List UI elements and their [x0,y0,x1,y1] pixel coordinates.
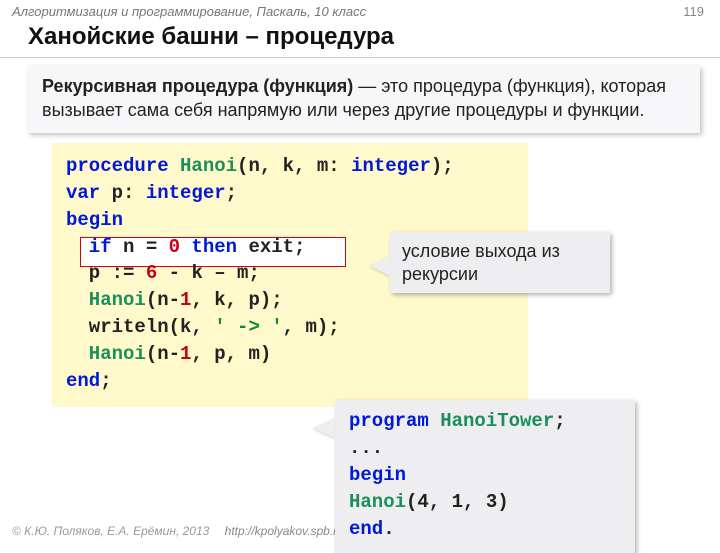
course-label: Алгоритмизация и программирование, Паска… [12,4,366,19]
footer-url: http://kpolyakov.spb.ru [225,524,344,538]
definition-term: Рекурсивная процедура (функция) [42,76,353,96]
slide-footer: © К.Ю. Поляков, Е.А. Ерёмин, 2013 http:/… [12,524,344,538]
definition-box: Рекурсивная процедура (функция) — это пр… [28,66,700,133]
page-number: 119 [683,4,704,19]
copyright: © К.Ю. Поляков, Е.А. Ерёмин, 2013 [12,524,209,538]
slide-title: Ханойские башни – процедура [0,21,720,58]
slide-header: Алгоритмизация и программирование, Паска… [0,0,720,21]
callout-program: program HanoiTower; ... begin Hanoi(4, 1… [335,400,635,553]
callout-exit-condition: условие выхода из рекурсии [390,232,610,293]
